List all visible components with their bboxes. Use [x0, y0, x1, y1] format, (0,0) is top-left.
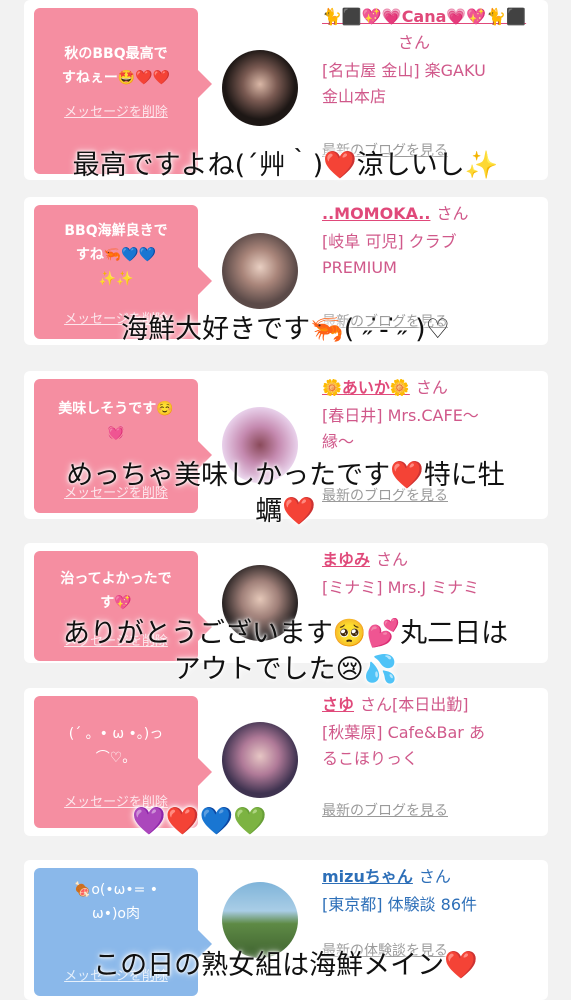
honorific: さん — [398, 33, 431, 52]
honorific: さん — [436, 204, 469, 223]
delete-message-link[interactable]: メッセージを削除 — [34, 101, 198, 120]
overlay-caption: この日の熟女組は海鮮メイン❤️ — [93, 950, 478, 981]
shop-link[interactable]: [春日井] Mrs.CAFE〜 縁〜 — [322, 403, 538, 455]
shop-link[interactable]: [秋葉原] Cafe&Bar あ るこほりっく — [322, 720, 538, 772]
overlay-caption: 最高ですよね(´艸｀)❤️涼しいし✨ — [72, 150, 499, 181]
message-text: BBQ海鮮良きで すね🦐💙💙 ✨✨ — [64, 223, 168, 287]
message-text: 治ってよかったで す💖 — [60, 571, 172, 611]
message-text: 🍖o(•ω•= • ω•)o肉 — [73, 882, 159, 922]
message-text: 秋のBBQ最高で すねぇー🤩❤️❤️ — [61, 46, 171, 86]
overlay-caption: ありがとうございます🥺💕丸二日は アウトでした😢💦 — [62, 618, 509, 685]
shop-link[interactable]: [ミナミ] Mrs.J ミナミ — [322, 575, 538, 601]
user-name-link[interactable]: まゆみ — [322, 550, 370, 569]
user-name-link[interactable]: mizuちゃん — [322, 867, 413, 886]
honorific: さん — [376, 550, 409, 569]
honorific: さん — [418, 867, 451, 886]
overlay-caption: めっちゃ美味しかったです❤️特に牡 蠣❤️ — [66, 460, 505, 527]
user-name-link[interactable]: 🐈⬛💖💗Cana💗💖🐈⬛ — [322, 7, 526, 26]
shop-link[interactable]: [名古屋 金山] 楽GAKU 金山本店 — [322, 58, 538, 110]
overlay-caption: 💜❤️💙💚 — [132, 806, 267, 837]
user-name-link[interactable]: ..MOMOKA.. — [322, 204, 430, 223]
message-text: (´ 。• ω •。)っ ⌒♡。 — [68, 726, 164, 766]
user-name-link[interactable]: さゆ — [322, 695, 354, 714]
avatar[interactable] — [222, 233, 298, 309]
user-name-link[interactable]: 🌼あいか🌼 — [322, 378, 410, 397]
shop-link[interactable]: [岐阜 可児] クラブ PREMIUM — [322, 229, 538, 281]
overlay-caption: 海鮮大好きです🦐( ˶ ̇ ̵ ̇˶ )♡ — [121, 314, 450, 345]
honorific: さん[本日出勤] — [360, 695, 469, 714]
avatar[interactable] — [222, 882, 298, 958]
avatar[interactable] — [222, 722, 298, 798]
shop-link[interactable]: [東京都] 体験談 86件 — [322, 892, 538, 918]
honorific: さん — [415, 378, 448, 397]
avatar[interactable] — [222, 50, 298, 126]
message-text: 美味しそうです☺️ 💓 — [58, 401, 174, 441]
